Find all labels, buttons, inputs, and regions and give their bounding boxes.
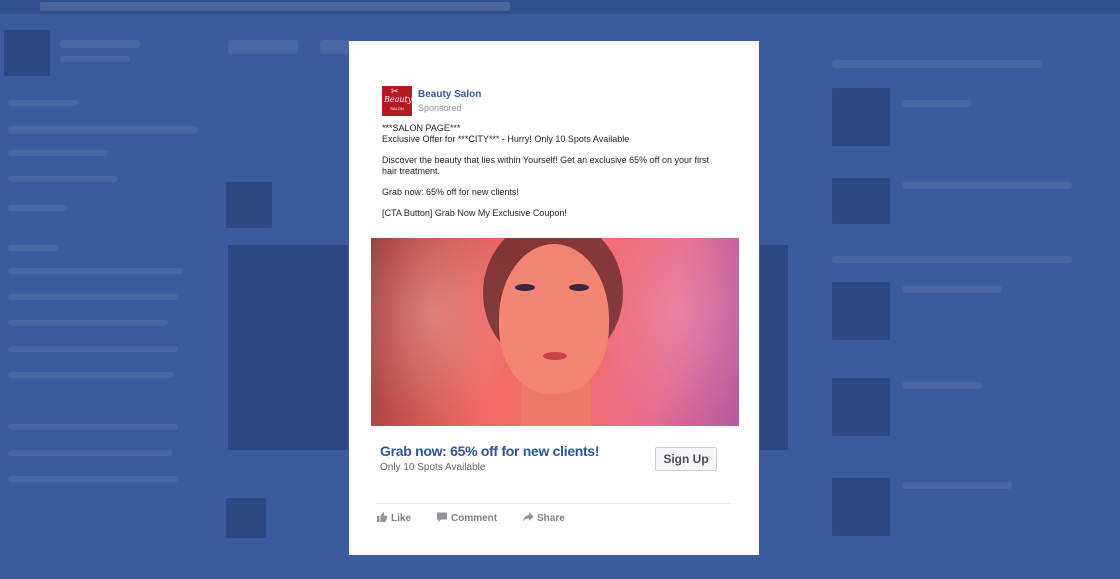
bg-line <box>8 100 78 106</box>
post-line: Exclusive Offer for ***CITY*** - Hurry! … <box>382 134 630 144</box>
bg-tab <box>228 40 298 54</box>
share-label: Share <box>537 513 565 524</box>
bg-line <box>902 182 1072 189</box>
logo-sub-text: SALON <box>390 106 404 111</box>
post-line: Grab now: 65% off for new clients! <box>382 187 519 197</box>
bg-line <box>8 424 178 430</box>
eye-r <box>569 284 589 291</box>
bg-line <box>60 40 140 48</box>
cta-headline[interactable]: Grab now: 65% off for new clients! <box>380 443 600 459</box>
bg-line <box>8 476 178 482</box>
bg-line <box>902 482 1012 489</box>
bg-line <box>832 60 1042 68</box>
sponsored-label: Sponsored <box>418 103 462 113</box>
share-button[interactable]: Share <box>522 509 565 529</box>
post-line: [CTA Button] Grab Now My Exclusive Coupo… <box>382 208 567 218</box>
bg-line <box>8 372 173 378</box>
bg-thumb <box>832 178 890 224</box>
actions-divider <box>376 503 730 504</box>
bg-line <box>60 56 130 62</box>
bg-line <box>8 268 183 274</box>
bg-thumb <box>832 88 890 146</box>
bg-line <box>8 245 58 251</box>
comment-label: Comment <box>451 513 498 524</box>
lips <box>543 352 567 360</box>
bg-avatar <box>226 182 272 228</box>
bg-line <box>8 176 118 182</box>
ad-hero-image[interactable] <box>371 238 739 426</box>
like-button[interactable]: Like <box>376 509 411 529</box>
glow2 <box>599 238 739 426</box>
sponsored-ad-card: ✂ Beauty SALON Beauty Salon Sponsored **… <box>349 41 759 555</box>
background-search-bar <box>40 2 510 11</box>
bg-post-image <box>760 245 788 450</box>
like-label: Like <box>391 513 412 524</box>
eye-l <box>515 284 535 291</box>
post-line: Discover the beauty that lies within You… <box>382 155 710 176</box>
bg-line <box>8 150 108 156</box>
comment-button[interactable]: Comment <box>436 509 497 529</box>
cta-subtext: Only 10 Spots Available <box>380 462 486 473</box>
share-arrow-icon <box>522 512 534 522</box>
bg-thumb <box>832 282 890 340</box>
bg-post-image <box>228 245 348 450</box>
beauty-salon-logo[interactable]: ✂ Beauty SALON <box>382 86 412 116</box>
background-top-bar <box>0 0 1120 14</box>
logo-script-text: Beauty <box>384 95 413 104</box>
bg-tab <box>320 40 350 54</box>
sign-up-button[interactable]: Sign Up <box>655 447 717 471</box>
bg-line <box>8 346 178 352</box>
face <box>499 244 609 394</box>
bg-line <box>902 100 972 107</box>
bg-line <box>902 382 982 389</box>
bg-line <box>8 205 68 211</box>
post-line: ***SALON PAGE*** <box>382 123 461 133</box>
bg-thumb <box>832 378 890 436</box>
bg-line <box>902 286 1002 293</box>
bg-line <box>8 126 198 134</box>
page-name-link[interactable]: Beauty Salon <box>418 89 481 100</box>
post-body-text: ***SALON PAGE*** Exclusive Offer for ***… <box>382 123 722 219</box>
bg-line <box>832 256 1072 263</box>
bg-avatar <box>226 498 266 538</box>
bg-thumb <box>832 478 890 536</box>
bg-line <box>8 320 168 326</box>
bg-profile-pic <box>4 30 50 76</box>
speech-bubble-icon <box>437 512 447 522</box>
post-actions-bar: Like Comment Share <box>376 509 730 529</box>
thumbs-up-icon <box>377 512 388 522</box>
bg-line <box>8 294 178 300</box>
bg-line <box>8 450 173 456</box>
